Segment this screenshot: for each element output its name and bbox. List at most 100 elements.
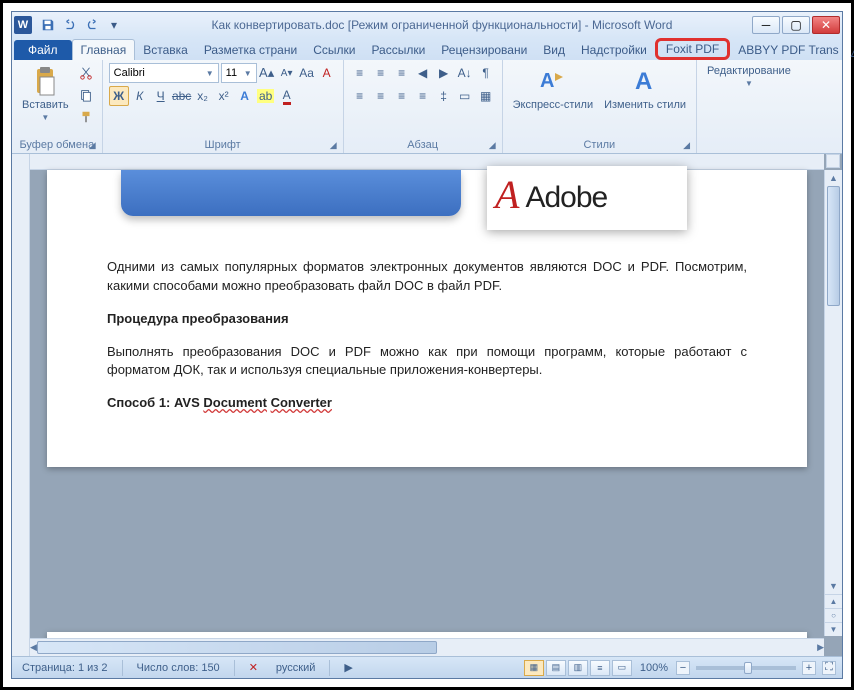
align-left[interactable]: ≡ <box>350 86 370 106</box>
shading-button[interactable]: ▭ <box>455 86 475 106</box>
close-button[interactable]: ✕ <box>812 16 840 34</box>
highlight-button[interactable]: ab <box>256 86 276 106</box>
tab-file[interactable]: Файл <box>14 40 72 60</box>
styles-launcher[interactable]: ◢ <box>683 140 690 151</box>
copy-button[interactable] <box>76 85 96 105</box>
numbering-button[interactable]: ≡ <box>371 63 391 83</box>
zoom-fit[interactable]: ⛶ <box>822 661 836 675</box>
heading-2: Способ 1: AVS Document Converter <box>107 394 747 413</box>
underline-button[interactable]: Ч <box>151 86 171 106</box>
scroll-down[interactable]: ▼ <box>825 578 842 594</box>
font-label: Шрифт◢ <box>109 138 337 152</box>
subscript-button[interactable]: x₂ <box>193 86 213 106</box>
scroll-up[interactable]: ▲ <box>825 170 842 186</box>
reading-view[interactable]: ▤ <box>546 660 566 676</box>
titlebar: W ▾ Как конвертировать.doc [Режим ограни… <box>12 12 842 38</box>
save-button[interactable] <box>38 15 58 35</box>
format-painter-button[interactable] <box>76 107 96 127</box>
horizontal-scrollbar[interactable]: ◀ ▶ <box>30 638 824 656</box>
clipboard-launcher[interactable]: ◢ <box>89 140 96 151</box>
scroll-right[interactable]: ▶ <box>817 639 824 655</box>
print-layout-view[interactable]: ▦ <box>524 660 544 676</box>
change-case[interactable]: Aa <box>297 63 317 83</box>
tab-review[interactable]: Рецензировани <box>433 40 535 60</box>
tab-references[interactable]: Ссылки <box>305 40 363 60</box>
italic-button[interactable]: К <box>130 86 150 106</box>
tab-addins[interactable]: Надстройки <box>573 40 655 60</box>
maximize-button[interactable]: ▢ <box>782 16 810 34</box>
grow-font[interactable]: A▴ <box>257 63 277 83</box>
tab-view[interactable]: Вид <box>535 40 573 60</box>
zoom-in[interactable]: + <box>802 661 816 675</box>
line-spacing[interactable]: ‡ <box>434 86 454 106</box>
font-name-combo[interactable]: Calibri▼ <box>109 63 219 83</box>
vertical-scrollbar[interactable]: ▲ ▼ ▲ ○ ▼ <box>824 170 842 636</box>
dec-indent[interactable]: ◀ <box>413 63 433 83</box>
redo-button[interactable] <box>82 15 102 35</box>
macro-indicator[interactable]: ▶ <box>340 661 356 674</box>
next-page-button[interactable]: ▼ <box>825 622 842 636</box>
tab-foxit-pdf[interactable]: Foxit PDF <box>655 38 730 60</box>
change-styles-button[interactable]: A Изменить стили <box>600 63 690 113</box>
tab-home[interactable]: Главная <box>72 39 136 60</box>
paragraph-launcher[interactable]: ◢ <box>489 140 496 151</box>
word-count[interactable]: Число слов: 150 <box>133 662 224 674</box>
zoom-out[interactable]: − <box>676 661 690 675</box>
shrink-font[interactable]: A▾ <box>277 63 297 83</box>
prev-page-button[interactable]: ▲ <box>825 594 842 608</box>
quick-styles-button[interactable]: A Экспресс-стили <box>509 63 597 113</box>
outline-view[interactable]: ≡ <box>590 660 610 676</box>
show-marks[interactable]: ¶ <box>476 63 496 83</box>
clear-format[interactable]: A <box>317 63 337 83</box>
font-launcher[interactable]: ◢ <box>330 140 337 151</box>
align-center[interactable]: ≡ <box>371 86 391 106</box>
ruler-toggle[interactable] <box>826 154 840 168</box>
web-view[interactable]: ▥ <box>568 660 588 676</box>
proofing-button[interactable]: ✕ <box>245 661 262 674</box>
superscript-button[interactable]: x² <box>214 86 234 106</box>
align-justify[interactable]: ≡ <box>413 86 433 106</box>
document-body[interactable]: Одними из самых популярных форматов элек… <box>107 258 747 413</box>
draft-view[interactable]: ▭ <box>612 660 632 676</box>
app-name: Microsoft Word <box>592 18 672 32</box>
horizontal-ruler[interactable] <box>30 154 824 170</box>
inc-indent[interactable]: ▶ <box>434 63 454 83</box>
language-indicator[interactable]: русский <box>272 662 319 674</box>
minimize-button[interactable]: ─ <box>752 16 780 34</box>
clipboard-label: Буфер обмена◢ <box>18 138 96 152</box>
banner: A Adobe <box>107 170 747 238</box>
minimize-ribbon[interactable]: ▵ <box>847 44 854 60</box>
page-indicator[interactable]: Страница: 1 из 2 <box>18 662 112 674</box>
bullets-button[interactable]: ≡ <box>350 63 370 83</box>
tab-insert[interactable]: Вставка <box>135 40 196 60</box>
align-right[interactable]: ≡ <box>392 86 412 106</box>
qat-customize[interactable]: ▾ <box>104 15 124 35</box>
text-effects[interactable]: A <box>235 86 255 106</box>
strike-button[interactable]: abc <box>172 86 192 106</box>
editing-dropdown[interactable]: Редактирование ▼ <box>703 63 795 90</box>
zoom-level[interactable]: 100% <box>640 662 668 674</box>
tab-mailings[interactable]: Рассылки <box>363 40 433 60</box>
multilevel-button[interactable]: ≡ <box>392 63 412 83</box>
cut-button[interactable] <box>76 63 96 83</box>
sort-button[interactable]: A↓ <box>455 63 475 83</box>
borders-button[interactable]: ▦ <box>476 86 496 106</box>
font-size-combo[interactable]: 11▼ <box>221 63 257 83</box>
group-editing: Редактирование ▼ <box>697 60 801 153</box>
scroll-thumb-h[interactable] <box>37 641 437 654</box>
scroll-left[interactable]: ◀ <box>30 639 37 655</box>
change-styles-icon: A <box>629 65 661 97</box>
zoom-slider[interactable] <box>696 666 796 670</box>
tab-layout[interactable]: Разметка страни <box>196 40 305 60</box>
font-color-button[interactable]: A <box>277 86 297 106</box>
undo-button[interactable] <box>60 15 80 35</box>
tab-abbyy[interactable]: ABBYY PDF Trans <box>730 40 846 60</box>
paste-button[interactable]: Вставить ▼ <box>18 63 73 124</box>
page-1[interactable]: A Adobe Одними из самых популярных форма… <box>47 170 807 467</box>
paragraph-1: Одними из самых популярных форматов элек… <box>107 258 747 296</box>
scroll-thumb-v[interactable] <box>827 186 840 306</box>
zoom-slider-thumb[interactable] <box>744 662 752 674</box>
browse-object-button[interactable]: ○ <box>825 608 842 622</box>
bold-button[interactable]: Ж <box>109 86 129 106</box>
vertical-ruler[interactable] <box>12 154 30 656</box>
